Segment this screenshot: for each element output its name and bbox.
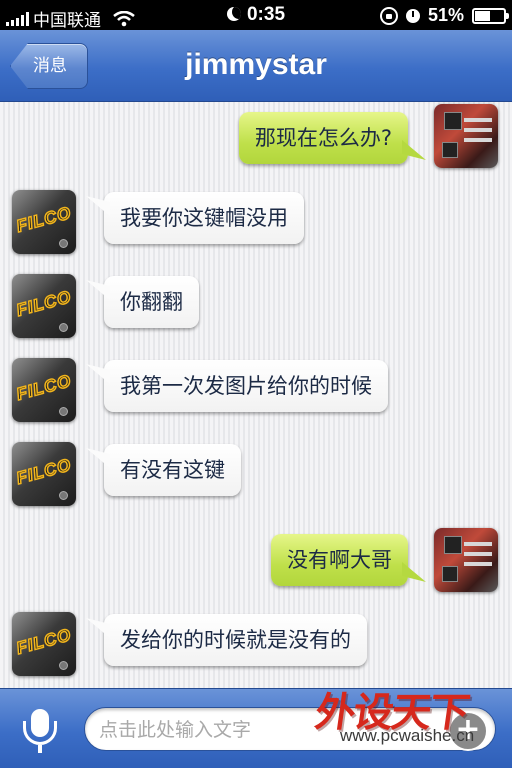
page-title: jimmystar bbox=[185, 48, 327, 81]
message-input[interactable]: 点击此处输入文字 bbox=[84, 707, 496, 751]
rotation-lock-icon bbox=[379, 6, 398, 25]
filco-logo-text: FILCO bbox=[14, 454, 75, 488]
chat-area[interactable]: 那现在怎么办? FILCO 我要你这键帽没用 FILCO 你翻翻 FILCO 我… bbox=[0, 102, 512, 688]
message-bubble-incoming[interactable]: 有没有这键 bbox=[104, 444, 241, 496]
message-bubble-incoming[interactable]: 我要你这键帽没用 bbox=[104, 192, 304, 244]
filco-logo-text: FILCO bbox=[14, 286, 75, 320]
status-right: 51% bbox=[379, 5, 509, 26]
input-bar: 点击此处输入文字 + bbox=[0, 688, 512, 768]
battery-percent: 51% bbox=[427, 5, 464, 25]
filco-avatar[interactable]: FILCO bbox=[12, 612, 76, 676]
filco-avatar[interactable]: FILCO bbox=[12, 190, 76, 254]
filco-logo-text: FILCO bbox=[14, 202, 75, 236]
plus-icon[interactable]: + bbox=[448, 711, 488, 751]
filco-logo-text: FILCO bbox=[14, 624, 75, 658]
message-input-placeholder: 点击此处输入文字 bbox=[99, 719, 252, 741]
filco-logo-text: FILCO bbox=[14, 370, 75, 404]
alarm-icon bbox=[405, 8, 420, 23]
message-bubble-incoming[interactable]: 发给你的时候就是没有的 bbox=[104, 614, 367, 666]
message-bubble-outgoing[interactable]: 没有啊大哥 bbox=[271, 534, 408, 586]
message-bubble-outgoing[interactable]: 那现在怎么办? bbox=[238, 112, 408, 164]
filco-avatar[interactable]: FILCO bbox=[12, 442, 76, 506]
filco-avatar[interactable]: FILCO bbox=[12, 274, 76, 338]
nav-bar: 消息 jimmystar bbox=[0, 30, 512, 102]
time-label: 0:35 bbox=[246, 4, 286, 25]
filco-avatar[interactable]: FILCO bbox=[12, 358, 76, 422]
message-bubble-incoming[interactable]: 你翻翻 bbox=[104, 276, 199, 328]
message-bubble-incoming[interactable]: 我第一次发图片给你的时候 bbox=[104, 360, 388, 412]
motherboard-avatar[interactable] bbox=[434, 528, 498, 592]
motherboard-avatar[interactable] bbox=[434, 104, 498, 168]
battery-icon bbox=[472, 7, 509, 24]
status-bar: 中国联通 0:35 51% bbox=[0, 0, 512, 30]
moon-icon bbox=[226, 7, 241, 21]
microphone-icon[interactable] bbox=[18, 709, 62, 753]
